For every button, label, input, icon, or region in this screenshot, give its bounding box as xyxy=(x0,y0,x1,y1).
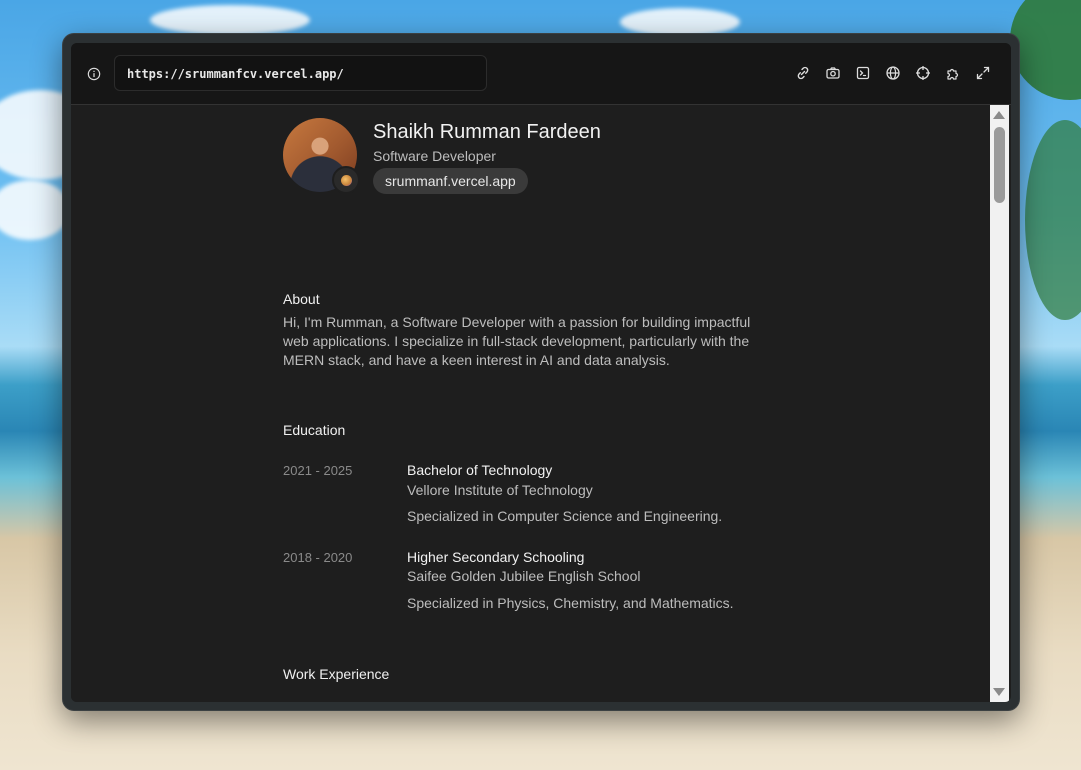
about-text: Hi, I'm Rumman, a Software Developer wit… xyxy=(283,314,751,368)
expand-icon[interactable] xyxy=(975,65,991,81)
link-icon[interactable] xyxy=(795,65,811,81)
education-description: Specialized in Physics, Chemistry, and M… xyxy=(407,595,734,611)
about-heading: About xyxy=(283,291,320,307)
website-link[interactable]: srummanf.vercel.app xyxy=(373,168,528,194)
scroll-up-arrow-icon[interactable] xyxy=(993,111,1005,119)
crosshair-icon[interactable] xyxy=(915,65,931,81)
wallpaper-palm xyxy=(1010,0,1081,100)
education-description: Specialized in Computer Science and Engi… xyxy=(407,508,723,524)
education-years: 2021 - 2025 xyxy=(283,463,353,478)
education-school: Vellore Institute of Technology xyxy=(407,482,593,498)
vertical-scrollbar[interactable] xyxy=(990,105,1009,702)
wallpaper-cloud xyxy=(0,180,70,240)
info-icon[interactable] xyxy=(87,66,101,81)
browser-toolbar: https://srummanfcv.vercel.app/ xyxy=(71,43,1011,105)
education-years: 2018 - 2020 xyxy=(283,550,353,565)
wallpaper-cloud xyxy=(620,8,740,36)
terminal-icon[interactable] xyxy=(855,65,871,81)
browser-window: https://srummanfcv.vercel.app/ Shaikh Ru… xyxy=(62,33,1020,711)
wallpaper-palm xyxy=(1025,120,1081,320)
scrollbar-thumb[interactable] xyxy=(994,127,1005,203)
education-degree: Higher Secondary Schooling xyxy=(407,549,585,565)
profile-name: Shaikh Rumman Fardeen xyxy=(373,121,601,143)
page-viewport: Shaikh Rumman Fardeen Software Developer… xyxy=(71,105,990,702)
education-heading: Education xyxy=(283,422,346,438)
work-experience-heading: Work Experience xyxy=(283,666,390,682)
camera-icon[interactable] xyxy=(825,65,841,81)
url-bar[interactable]: https://srummanfcv.vercel.app/ xyxy=(114,55,487,91)
globe-icon[interactable] xyxy=(885,65,901,81)
puzzle-icon[interactable] xyxy=(945,65,961,81)
scroll-down-arrow-icon[interactable] xyxy=(993,688,1005,696)
profile-role: Software Developer xyxy=(373,148,496,164)
wallpaper-cloud xyxy=(150,5,310,35)
education-school: Saifee Golden Jubilee English School xyxy=(407,568,641,584)
status-badge-icon xyxy=(332,166,360,194)
browser-frame: https://srummanfcv.vercel.app/ Shaikh Ru… xyxy=(71,43,1011,702)
education-degree: Bachelor of Technology xyxy=(407,462,553,478)
